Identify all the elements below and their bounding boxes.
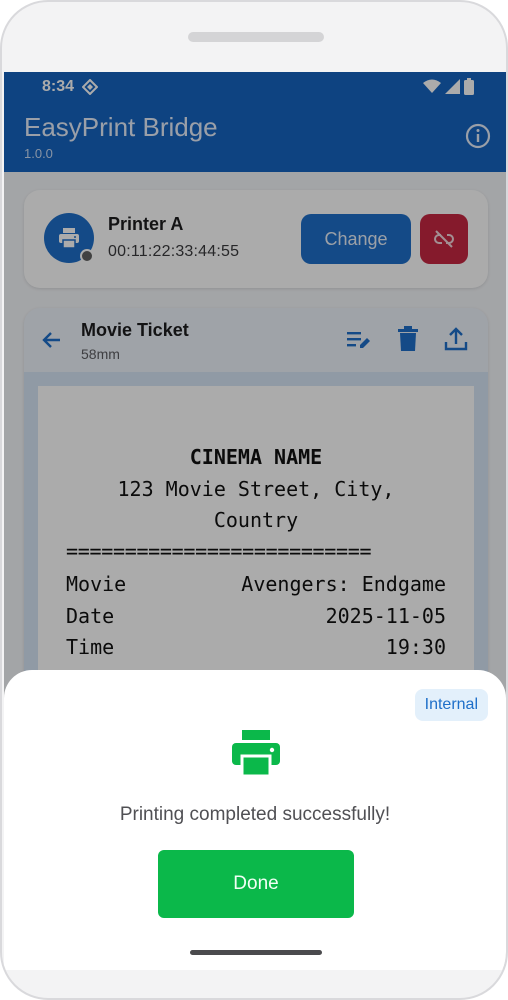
success-message: Printing completed successfully!	[119, 804, 391, 825]
speaker-grille	[188, 32, 324, 42]
screen: 8:34 EasyPrint Bridge 1.0.0 Printer A 00…	[4, 72, 506, 970]
print-result-sheet: Internal Printing completed successfully…	[4, 670, 506, 970]
environment-badge: Internal	[414, 689, 488, 721]
printer-icon	[230, 730, 282, 783]
home-indicator[interactable]	[190, 950, 322, 955]
done-button[interactable]: Done	[158, 850, 354, 918]
phone-frame: 8:34 EasyPrint Bridge 1.0.0 Printer A 00…	[0, 0, 508, 1000]
